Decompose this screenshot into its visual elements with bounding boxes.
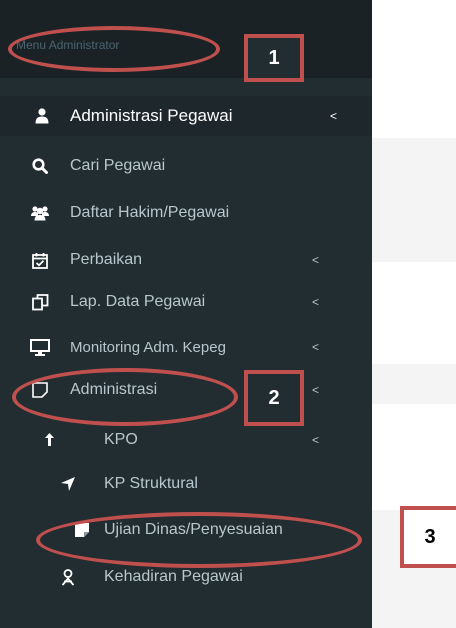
menu-cari-pegawai[interactable]: Cari Pegawai — [0, 146, 372, 186]
submenu-item-label: KPO — [104, 431, 138, 448]
sidebar-header-title: Menu Administrator — [16, 38, 120, 52]
sticky-note-icon — [72, 523, 92, 537]
submenu-kpo[interactable]: KPO < — [0, 420, 372, 460]
submenu-kehadiran-pegawai[interactable]: Kehadiran Pegawai — [0, 557, 372, 597]
sidebar: Menu Administrator Administrasi Pegawai … — [0, 0, 372, 628]
submenu-kp-struktural[interactable]: KP Struktural — [0, 464, 372, 504]
chevron-left-icon: < — [312, 295, 320, 309]
chevron-left-icon: < — [330, 109, 338, 123]
menu-item-label: Perbaikan — [70, 251, 143, 268]
chevron-left-icon: < — [312, 433, 320, 447]
users-icon — [30, 205, 50, 221]
level-up-icon — [38, 432, 58, 448]
user-icon — [32, 108, 52, 124]
calendar-check-icon — [30, 252, 50, 269]
content-area-strip — [372, 510, 456, 628]
menu-item-label: Cari Pegawai — [70, 157, 166, 174]
search-icon — [30, 158, 50, 174]
location-arrow-icon — [58, 476, 78, 492]
submenu-item-label: KP Struktural — [104, 475, 198, 492]
chevron-left-icon: < — [312, 253, 320, 267]
menu-administrasi[interactable]: Administrasi < — [0, 370, 372, 410]
menu-administrasi-pegawai[interactable]: Administrasi Pegawai < — [0, 96, 372, 136]
sidebar-header: Menu Administrator — [0, 0, 372, 78]
person-icon — [58, 568, 78, 586]
desktop-icon — [30, 338, 50, 356]
menu-monitoring-adm-kepeg[interactable]: Monitoring Adm. Kepeg < — [0, 327, 372, 367]
submenu-item-label: Kehadiran Pegawai — [104, 568, 243, 585]
menu-item-label: Monitoring Adm. Kepeg — [70, 338, 226, 356]
submenu-item-label: Ujian Dinas/Penyesuaian — [104, 521, 283, 538]
menu-perbaikan[interactable]: Perbaikan < — [0, 240, 372, 280]
menu-item-label: Daftar Hakim/Pegawai — [70, 204, 230, 221]
menu-item-label: Lap. Data Pegawai — [70, 293, 206, 310]
chevron-left-icon: < — [312, 340, 320, 354]
menu-item-label: Administrasi — [70, 381, 158, 398]
menu-administrasi-pegawai-label: Administrasi Pegawai — [70, 106, 233, 125]
menu-lap-data-pegawai[interactable]: Lap. Data Pegawai < — [0, 282, 372, 322]
content-area-strip — [372, 364, 456, 404]
content-area-strip — [372, 138, 456, 262]
chevron-left-icon: < — [312, 383, 320, 397]
square-icon — [30, 382, 50, 398]
submenu-ujian-dinas-penyesuaian[interactable]: Ujian Dinas/Penyesuaian — [0, 510, 372, 550]
menu-daftar-hakim-pegawai[interactable]: Daftar Hakim/Pegawai — [0, 193, 372, 233]
copy-icon — [30, 293, 50, 311]
